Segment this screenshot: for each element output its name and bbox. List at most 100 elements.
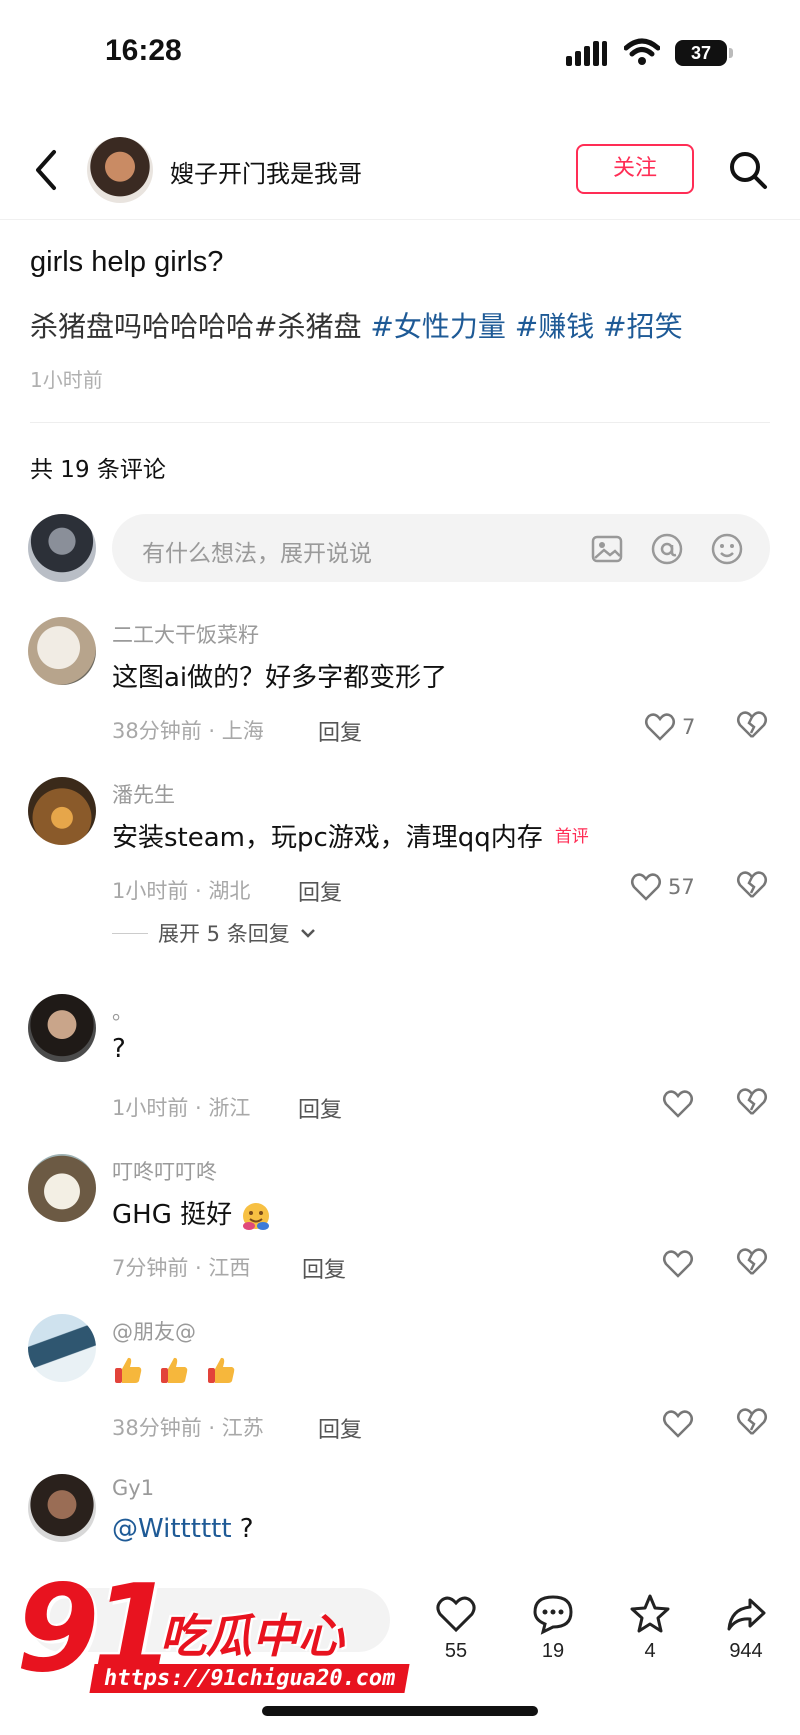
emoji-icon[interactable] <box>710 532 744 566</box>
status-bar: 16:28 37 <box>0 0 800 110</box>
like-count: 57 <box>668 875 695 899</box>
share-arrow-icon <box>727 1598 766 1631</box>
image-icon[interactable] <box>590 532 624 566</box>
comment-text-content: 安装steam，玩pc游戏，清理qq内存 <box>112 823 543 853</box>
reply-button[interactable]: 回复 <box>318 715 362 747</box>
broken-heart-icon[interactable] <box>736 709 768 741</box>
first-comment-badge: 首评 <box>554 827 589 847</box>
comment-text: ? <box>112 1034 126 1064</box>
heart-icon <box>436 1596 476 1633</box>
watermark-url: https://91chigua20.com <box>89 1664 410 1693</box>
commenter-name[interactable]: Gy1 <box>112 1476 154 1500</box>
author-avatar[interactable] <box>87 137 153 203</box>
hashtag-link[interactable]: #赚钱 <box>515 310 594 343</box>
expand-replies-button[interactable]: 展开 5 条回复 <box>112 918 316 948</box>
post-header: 嫂子开门我是我哥 关注 <box>0 120 800 220</box>
mention-at-icon[interactable] <box>650 532 684 566</box>
comment-meta: 1小时前 · 浙江 <box>112 1096 251 1120</box>
like-post-button[interactable]: 55 <box>416 1592 496 1663</box>
post-share-count: 944 <box>729 1640 763 1662</box>
post-time: 1小时前 <box>30 368 103 392</box>
thumbs-up-emoji-icon <box>115 1357 142 1383</box>
commenter-name[interactable]: 潘先生 <box>112 779 175 809</box>
post-body-text: 杀猪盘吗哈哈哈哈#杀猪盘 <box>30 310 371 343</box>
expand-replies-label: 展开 5 条回复 <box>158 922 290 946</box>
like-button[interactable]: 7 <box>644 709 695 745</box>
like-button[interactable] <box>662 1086 700 1122</box>
heart-icon <box>645 713 675 741</box>
like-button[interactable] <box>662 1406 700 1442</box>
commenter-avatar[interactable] <box>28 777 96 845</box>
reply-button[interactable]: 回复 <box>302 1252 346 1284</box>
broken-heart-icon[interactable] <box>736 869 768 901</box>
comment-input[interactable]: 有什么想法，展开说说 <box>112 514 770 582</box>
hugging-emoji-icon <box>243 1202 270 1230</box>
comment-text-content: GHG 挺好 <box>112 1200 233 1230</box>
commenter-avatar[interactable] <box>28 1154 96 1222</box>
reply-button[interactable]: 回复 <box>298 1092 342 1124</box>
comment-text: GHG 挺好 <box>112 1194 278 1232</box>
commenter-name[interactable]: 二工大干饭菜籽 <box>112 619 259 649</box>
post-title: girls help girls? <box>30 246 224 278</box>
comment-text <box>112 1354 243 1386</box>
comment-meta: 7分钟前 · 江西 <box>112 1256 251 1280</box>
commenter-name[interactable]: 。 <box>112 996 133 1026</box>
post-like-count: 55 <box>444 1640 468 1662</box>
broken-heart-icon[interactable] <box>736 1086 768 1118</box>
author-name[interactable]: 嫂子开门我是我哥 <box>170 154 362 189</box>
heart-icon <box>663 1410 693 1438</box>
follow-button[interactable]: 关注 <box>576 144 694 194</box>
post-body: 杀猪盘吗哈哈哈哈#杀猪盘 #女性力量 #赚钱 #招笑 <box>30 305 683 345</box>
reply-button[interactable]: 回复 <box>318 1412 362 1444</box>
cellular-signal-icon <box>566 41 607 66</box>
reply-button[interactable]: 回复 <box>298 875 342 907</box>
chevron-down-icon <box>300 929 315 938</box>
commenter-name[interactable]: @朋友@ <box>112 1316 196 1346</box>
like-button[interactable]: 57 <box>630 869 695 905</box>
commenter-avatar[interactable] <box>28 1474 96 1542</box>
mention-link[interactable]: @Witttttt <box>112 1514 232 1544</box>
share-post-button[interactable]: 944 <box>706 1592 786 1663</box>
thumbs-up-emoji-icon <box>207 1357 234 1383</box>
my-avatar <box>28 514 96 582</box>
comment-meta: 38分钟前 · 江苏 <box>112 1416 264 1440</box>
divider <box>30 422 770 423</box>
comment-meta: 38分钟前 · 上海 <box>112 719 264 743</box>
commenter-name[interactable]: 叮咚叮叮咚 <box>112 1156 217 1186</box>
comment-text: 安装steam，玩pc游戏，清理qq内存 首评 <box>112 817 589 854</box>
comment-input-placeholder: 有什么想法，展开说说 <box>142 541 372 567</box>
post-star-count: 4 <box>644 1640 656 1662</box>
commenter-avatar[interactable] <box>28 617 96 685</box>
search-icon[interactable] <box>728 150 768 190</box>
heart-icon <box>663 1250 693 1278</box>
like-button[interactable] <box>662 1246 700 1282</box>
watermark-logo: 91 吃瓜中心 https://91chigua20.com <box>0 1560 420 1735</box>
commenter-avatar[interactable] <box>28 1314 96 1382</box>
battery-indicator: 37 <box>675 40 727 66</box>
expand-line <box>112 932 148 934</box>
post-comment-count: 19 <box>541 1640 565 1662</box>
comment-text: @Witttttt ? <box>112 1514 254 1544</box>
commenter-avatar[interactable] <box>28 994 96 1062</box>
battery-cap <box>729 48 733 58</box>
comment-text: 这图ai做的？好多字都变形了 <box>112 663 448 693</box>
wifi-icon <box>624 38 660 65</box>
broken-heart-icon[interactable] <box>736 1246 768 1278</box>
heart-icon <box>663 1090 693 1118</box>
broken-heart-icon[interactable] <box>736 1406 768 1438</box>
star-icon <box>630 1594 670 1633</box>
heart-icon <box>631 873 661 901</box>
hashtag-link[interactable]: #招笑 <box>603 310 682 343</box>
comment-post-button[interactable]: 19 <box>513 1592 593 1663</box>
comment-count: 共 19 条评论 <box>30 457 166 483</box>
hashtag-link[interactable]: #女性力量 <box>370 310 505 343</box>
watermark-name: 吃瓜中心 <box>160 1609 344 1663</box>
thumbs-up-emoji-icon <box>161 1357 188 1383</box>
back-arrow-icon[interactable] <box>32 148 62 192</box>
comment-text-content: ? <box>231 1514 254 1544</box>
favorite-post-button[interactable]: 4 <box>610 1592 690 1663</box>
comment-meta: 1小时前 · 湖北 <box>112 879 251 903</box>
status-time: 16:28 <box>105 34 182 67</box>
like-count: 7 <box>682 715 696 739</box>
comment-bubble-icon <box>533 1595 573 1635</box>
